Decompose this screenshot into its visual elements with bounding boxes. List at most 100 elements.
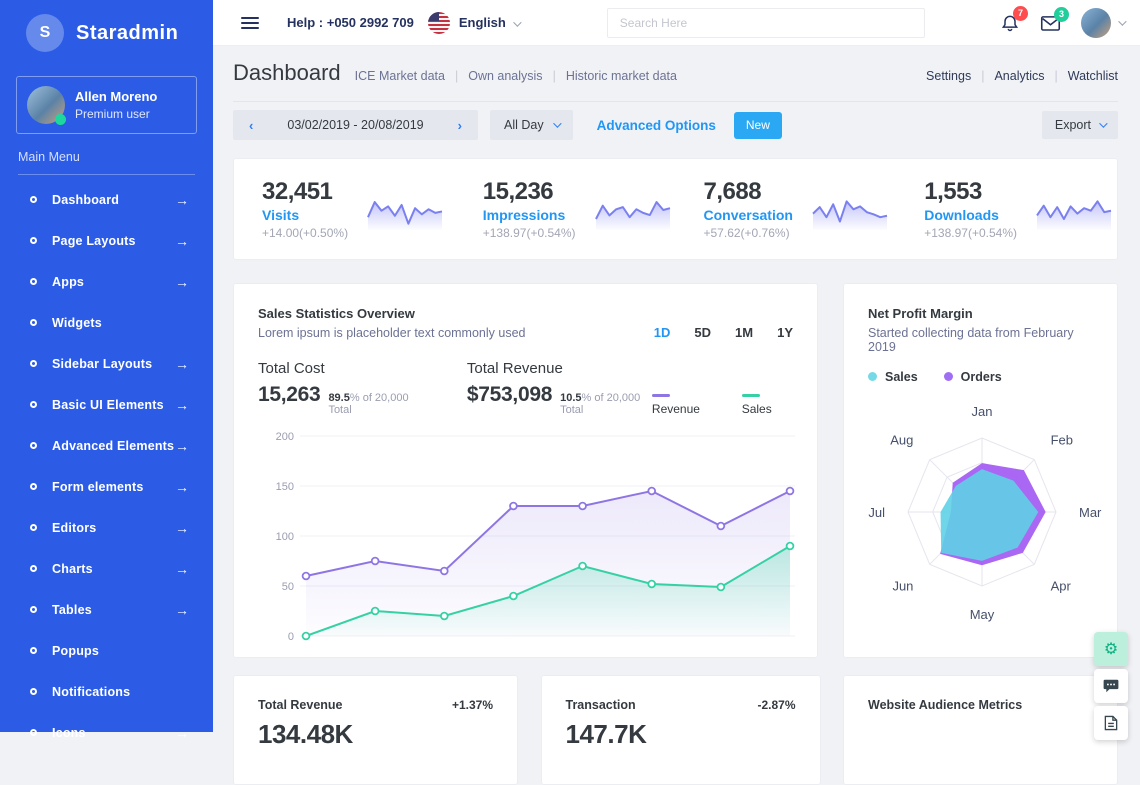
transaction-amount: 147.7K (566, 719, 796, 750)
svg-text:Jun: Jun (892, 579, 913, 594)
stat-downloads: 1,553 Downloads +138.97(+0.54%) (896, 178, 1117, 240)
topbar: Help : +050 2992 709 English 7 3 (213, 0, 1140, 46)
circle-icon (30, 196, 37, 203)
sidebar-item-page-layouts[interactable]: Page Layouts→ (0, 220, 213, 261)
logo-icon: S (26, 14, 64, 52)
date-range-picker[interactable]: ‹ 03/02/2019 - 20/08/2019 › (233, 110, 478, 140)
export-dropdown[interactable]: Export (1042, 111, 1118, 139)
logo-initial: S (40, 24, 51, 42)
avatar (27, 86, 65, 124)
us-flag-icon (428, 12, 450, 34)
range-tabs: 1D 5D 1M 1Y (654, 325, 793, 340)
svg-text:May: May (970, 607, 995, 622)
link-own-analysis[interactable]: Own analysis (468, 69, 542, 83)
settings-fab[interactable]: ⚙ (1094, 632, 1128, 666)
sidebar-item-popups[interactable]: Popups→ (0, 630, 213, 671)
arrow-right-icon: → (175, 397, 189, 413)
date-range-value: 03/02/2019 - 20/08/2019 (287, 118, 423, 132)
chevron-down-icon (1099, 119, 1107, 127)
arrow-right-icon: → (175, 520, 189, 536)
sales-card-subtitle: Lorem ipsum is placeholder text commonly… (258, 326, 525, 340)
svg-text:Jan: Jan (972, 404, 993, 419)
link-ice-market-data[interactable]: ICE Market data (355, 69, 445, 83)
stat-visits: 32,451 Visits +14.00(+0.50%) (234, 178, 455, 240)
link-settings[interactable]: Settings (926, 69, 971, 83)
floating-action-buttons: ⚙ (1094, 632, 1128, 740)
chat-bubble-icon (1103, 679, 1119, 693)
radar-legend: Sales Orders (868, 370, 1093, 384)
sales-legend-swatch (742, 394, 760, 397)
language-selector[interactable]: English (459, 15, 519, 30)
tab-5d[interactable]: 5D (694, 325, 711, 340)
sidebar-item-notifications[interactable]: Notifications→ (0, 671, 213, 712)
website-audience-metrics-card: Website Audience Metrics (843, 675, 1118, 785)
sales-statistics-card: Sales Statistics Overview Lorem ipsum is… (233, 283, 818, 658)
sidebar-item-apps[interactable]: Apps→ (0, 261, 213, 302)
arrow-right-icon: → (175, 274, 189, 290)
sidebar-item-tables[interactable]: Tables→ (0, 589, 213, 630)
net-profit-subtitle: Started collecting data from February 20… (868, 326, 1093, 354)
svg-text:Mar: Mar (1079, 505, 1102, 520)
prev-arrow-icon[interactable]: ‹ (249, 118, 253, 133)
sales-line-chart: 050100150200 (258, 422, 795, 654)
sidebar-item-dashboard[interactable]: Dashboard→ (0, 179, 213, 220)
sidebar-item-charts[interactable]: Charts→ (0, 548, 213, 589)
revenue-legend-swatch (652, 394, 670, 397)
arrow-right-icon: → (175, 356, 189, 372)
downloads-sparkline (1035, 186, 1113, 232)
circle-icon (30, 401, 37, 408)
circle-icon (30, 483, 37, 490)
new-button[interactable]: New (734, 112, 782, 139)
advanced-options-link[interactable]: Advanced Options (597, 118, 716, 133)
sidebar-item-widgets[interactable]: Widgets→ (0, 302, 213, 343)
sales-legend-dot (868, 372, 877, 381)
tab-1m[interactable]: 1M (735, 325, 753, 340)
help-phone: Help : +050 2992 709 (287, 15, 414, 30)
avatar (1081, 8, 1111, 38)
sidebar-item-basic-ui-elements[interactable]: Basic UI Elements→ (0, 384, 213, 425)
arrow-right-icon: → (175, 438, 189, 454)
net-profit-card: Net Profit Margin Started collecting dat… (843, 283, 1118, 658)
sidebar-item-advanced-elements[interactable]: Advanced Elements→ (0, 425, 213, 466)
total-cost-value: 15,263 (258, 383, 320, 407)
header-links: ICE Market data| Own analysis| Historic … (355, 69, 677, 83)
arrow-right-icon: → (175, 233, 189, 249)
tab-1y[interactable]: 1Y (777, 325, 793, 340)
toolbar: ‹ 03/02/2019 - 20/08/2019 › All Day Adva… (233, 110, 1118, 140)
tab-1d[interactable]: 1D (654, 325, 671, 340)
circle-icon (30, 360, 37, 367)
total-revenue-amount: 134.48K (258, 719, 493, 750)
link-analytics[interactable]: Analytics (994, 69, 1044, 83)
day-filter-dropdown[interactable]: All Day (490, 110, 573, 140)
user-card[interactable]: Allen Moreno Premium user (16, 76, 197, 134)
circle-icon (30, 237, 37, 244)
impressions-sparkline (594, 186, 672, 232)
next-arrow-icon[interactable]: › (458, 118, 462, 133)
transaction-card: Transaction -2.87% 147.7K (541, 675, 821, 785)
total-revenue-group: Total Revenue $753,098 10.5% of 20,000 T… (467, 360, 652, 416)
chat-fab[interactable] (1094, 669, 1128, 703)
search-input[interactable] (607, 8, 925, 38)
sidebar-item-form-elements[interactable]: Form elements→ (0, 466, 213, 507)
svg-text:200: 200 (276, 431, 294, 443)
orders-legend-dot (944, 372, 953, 381)
online-status-dot (55, 114, 66, 125)
messages-button[interactable]: 3 (1040, 14, 1061, 32)
profile-menu[interactable] (1081, 8, 1124, 38)
sidebar-item-sidebar-layouts[interactable]: Sidebar Layouts→ (0, 343, 213, 384)
link-watchlist[interactable]: Watchlist (1068, 69, 1118, 83)
sidebar-item-editors[interactable]: Editors→ (0, 507, 213, 548)
menu-section-label: Main Menu (18, 150, 195, 175)
svg-text:0: 0 (288, 631, 294, 643)
circle-icon (30, 565, 37, 572)
arrow-right-icon: → (175, 561, 189, 577)
arrow-right-icon: → (175, 479, 189, 495)
hamburger-menu-icon[interactable] (241, 14, 259, 32)
link-historic-market-data[interactable]: Historic market data (566, 69, 677, 83)
stats-card: 32,451 Visits +14.00(+0.50%) 15,236 Impr… (233, 158, 1118, 260)
notifications-button[interactable]: 7 (1000, 13, 1020, 33)
arrow-right-icon: → (175, 602, 189, 618)
chevron-down-icon (513, 18, 521, 26)
net-profit-radar-chart: JanFebMarAprMayJunJulAug (854, 388, 1109, 640)
brand[interactable]: S Staradmin (0, 0, 213, 62)
